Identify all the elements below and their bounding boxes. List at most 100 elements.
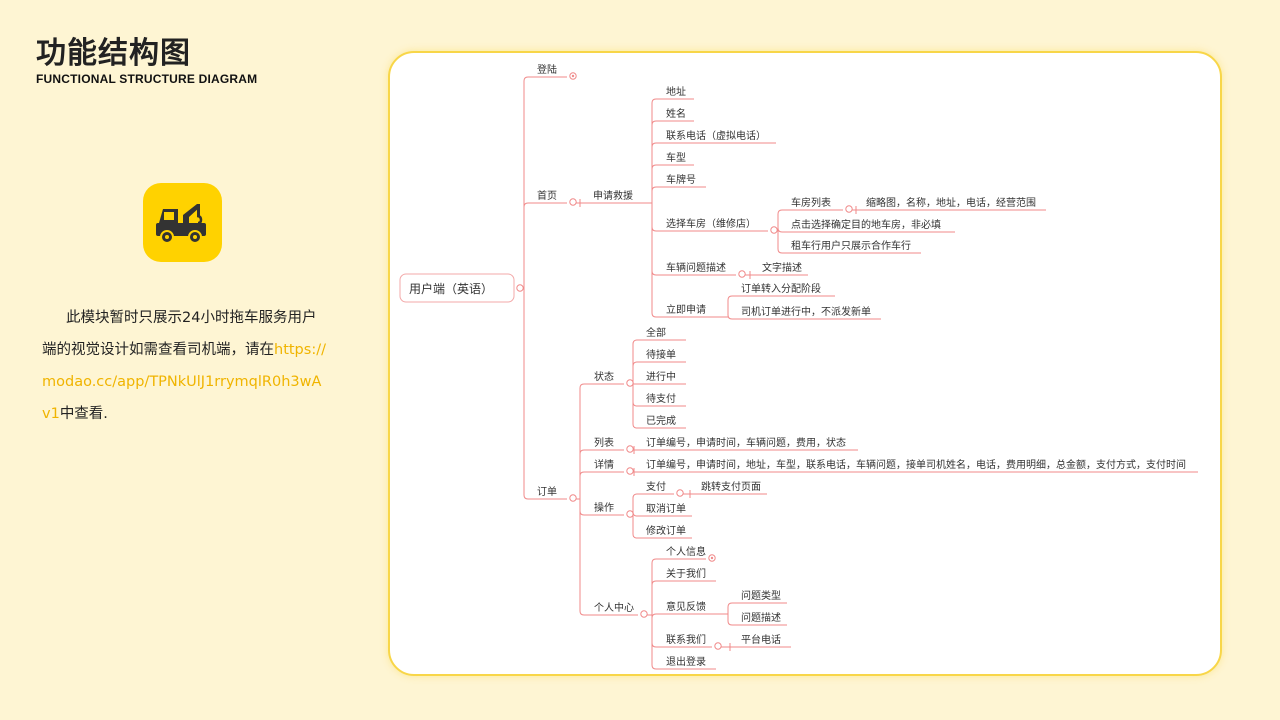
node-contact: 联系我们: [666, 633, 706, 646]
branch-link-actions-0: [632, 493, 640, 499]
node-shop_list: 车房列表: [791, 196, 831, 209]
branch-link-feedback-1: [727, 620, 735, 626]
branch-link-status-1: [632, 361, 640, 367]
page-subtitle: FUNCTIONAL STRUCTURE DIAGRAM: [36, 72, 258, 86]
node-apply_rescue: 申请救援: [593, 189, 633, 202]
node-in_progress: 进行中: [646, 370, 676, 383]
collapse-toggle-pay[interactable]: [676, 489, 684, 497]
node-phone: 联系电话（虚拟电话）: [666, 129, 766, 142]
node-name: 姓名: [666, 107, 686, 120]
node-login: 登陆: [537, 63, 557, 76]
node-driver_in_progress: 司机订单进行中，不派发新单: [741, 305, 871, 318]
node-logout: 退出登录: [666, 655, 706, 668]
branch-link-apply-6: [651, 270, 660, 276]
branch-link-orders-3: [579, 510, 588, 516]
collapse-toggle-problem_desc[interactable]: [738, 270, 746, 278]
node-pending_accept: 待接单: [646, 348, 676, 361]
expand-dot-login: [571, 74, 575, 78]
node-list: 列表: [594, 436, 614, 449]
description: 此模块暂时只展示24小时拖车服务用户端的视觉设计如需查看司机端，请在https:…: [42, 302, 328, 430]
description-text-end: 中查看.: [59, 406, 108, 422]
collapse-toggle-orders[interactable]: [569, 494, 577, 502]
node-issue_type: 问题类型: [741, 589, 781, 602]
branch-link-orders-4: [579, 610, 588, 616]
branch-link-actions-2: [632, 533, 640, 539]
branch-link-status-3: [632, 401, 640, 407]
node-shop_list_detail: 缩略图，名称，地址，电话，经营范围: [866, 196, 1036, 209]
branch-link-apply-0: [651, 98, 660, 104]
node-about: 关于我们: [666, 567, 706, 580]
node-address: 地址: [666, 85, 686, 98]
branch-link-apply-7: [651, 312, 660, 318]
node-detail: 详情: [594, 458, 614, 471]
branch-link-status-4: [632, 423, 640, 429]
mindmap-card: 用户端（英语） 登陆首页订单 申请救援 地址姓名联系电话（虚拟电话） 车型车牌号选择车房…: [388, 51, 1222, 676]
node-apply_now: 立即申请: [666, 303, 706, 316]
branch-link-root-2: [523, 494, 531, 500]
branch-link-orders-2: [579, 471, 588, 477]
node-home: 首页: [537, 189, 557, 202]
expand-dot-profile: [710, 556, 714, 560]
node-all: 全部: [646, 326, 666, 339]
node-problem_desc: 车辆问题描述: [666, 261, 726, 274]
node-text_desc: 文字描述: [762, 261, 802, 274]
node-list_fields: 订单编号，申请时间，车辆问题，费用，状态: [646, 436, 846, 449]
branch-link-personal-4: [651, 664, 660, 670]
node-order_to_assign: 订单转入分配阶段: [741, 282, 821, 295]
collapse-toggle-actions[interactable]: [626, 510, 634, 518]
node-done: 已完成: [646, 414, 676, 427]
node-pay: 支付: [646, 480, 666, 493]
branch-link-status-0: [632, 339, 640, 345]
branch-link-apply-4: [651, 186, 660, 192]
node-pending_pay: 待支付: [646, 392, 676, 405]
node-orders: 订单: [537, 486, 557, 498]
branch-link-personal-2: [651, 613, 660, 619]
branch-link-choose-0: [777, 209, 785, 215]
collapse-toggle-contact[interactable]: [714, 642, 722, 650]
branch-link-orders-0: [579, 383, 588, 389]
tow-truck-icon: [143, 183, 222, 262]
collapse-toggle-root[interactable]: [516, 284, 524, 292]
branch-link-root-1: [523, 202, 531, 208]
node-goto_pay: 跳转支付页面: [701, 480, 761, 493]
node-detail_fields: 订单编号，申请时间，地址，车型，联系电话，车辆问题，接单司机姓名，电话，费用明细…: [646, 458, 1186, 471]
branch-link-personal-1: [651, 580, 660, 586]
collapse-toggle-list[interactable]: [626, 445, 634, 453]
branch-link-personal-3: [651, 642, 660, 648]
branch-link-orders-1: [579, 449, 588, 455]
collapse-toggle-detail[interactable]: [626, 467, 634, 475]
mindmap-diagram: 用户端（英语） 登陆首页订单 申请救援 地址姓名联系电话（虚拟电话） 车型车牌号选择车房…: [399, 63, 1198, 670]
branch-link-choose-1: [777, 227, 785, 233]
node-status: 状态: [594, 370, 614, 383]
node-coop_note: 租车行用户只展示合作车行: [791, 239, 911, 252]
collapse-toggle-status[interactable]: [626, 379, 634, 387]
node-feedback: 意见反馈: [666, 600, 706, 613]
node-edit_order: 修改订单: [646, 524, 686, 537]
collapse-toggle-personal[interactable]: [640, 610, 648, 618]
node-choose_shop: 选择车房（维修店）: [666, 217, 756, 230]
branch-link-feedback-0: [727, 602, 735, 608]
branch-link-personal-0: [651, 558, 660, 564]
collapse-toggle-shop_list[interactable]: [845, 205, 853, 213]
node-click_confirm: 点击选择确定目的地车房，非必填: [791, 218, 941, 231]
node-issue_desc: 问题描述: [741, 611, 781, 624]
node-actions: 操作: [594, 501, 614, 514]
node-profile: 个人信息: [666, 545, 706, 558]
branch-link-apply-3: [651, 164, 660, 170]
page-title: 功能结构图: [36, 36, 191, 71]
branch-link-actions-1: [632, 511, 640, 517]
collapse-toggle-choose_shop[interactable]: [770, 226, 778, 234]
root-node-label: 用户端（英语）: [409, 281, 493, 296]
node-plate: 车牌号: [666, 173, 696, 186]
branch-link-apply-5: [651, 226, 660, 232]
branch-link-choose-2: [777, 248, 785, 254]
branch-link-applynow-1: [727, 314, 735, 320]
branch-link-root-0: [523, 76, 531, 82]
node-platform_phone: 平台电话: [741, 633, 781, 646]
node-car_model: 车型: [666, 151, 686, 164]
node-personal: 个人中心: [594, 601, 634, 614]
branch-link-apply-1: [651, 120, 660, 126]
node-cancel_order: 取消订单: [646, 502, 686, 515]
collapse-toggle-home[interactable]: [569, 198, 577, 206]
branch-link-apply-2: [651, 142, 660, 148]
